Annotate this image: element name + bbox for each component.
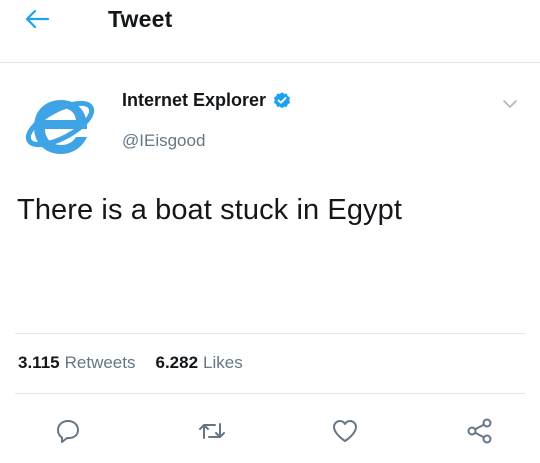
- reply-button[interactable]: [53, 416, 83, 446]
- more-options-button[interactable]: [502, 96, 518, 112]
- tweet-text: There is a boat stuck in Egypt: [17, 194, 403, 226]
- tweet-detail-page: Tweet Internet Explorer @IEisgood There …: [0, 0, 540, 463]
- author-name-row: Internet Explorer: [122, 90, 292, 111]
- back-button[interactable]: [22, 4, 52, 34]
- author-handle[interactable]: @IEisgood: [122, 131, 205, 151]
- arrow-left-icon: [25, 9, 50, 29]
- heart-icon: [333, 420, 357, 442]
- divider: [15, 333, 525, 334]
- verified-badge-icon: [274, 91, 291, 108]
- retweet-button[interactable]: [197, 416, 227, 446]
- share-button[interactable]: [465, 416, 495, 446]
- like-button[interactable]: [330, 416, 360, 446]
- chevron-down-icon: [503, 100, 517, 108]
- internet-explorer-logo: [25, 100, 95, 154]
- share-icon: [467, 418, 492, 444]
- page-title: Tweet: [108, 6, 173, 32]
- divider: [15, 393, 525, 394]
- top-bar: Tweet: [0, 0, 540, 63]
- retweets-count[interactable]: 3.115: [18, 353, 60, 373]
- likes-label[interactable]: Likes: [203, 353, 243, 373]
- retweets-label[interactable]: Retweets: [65, 353, 136, 373]
- avatar[interactable]: [20, 86, 98, 158]
- reply-icon: [57, 420, 79, 443]
- likes-count[interactable]: 6.282: [155, 353, 198, 373]
- tweet-stats: 3.115 Retweets 6.282 Likes: [18, 353, 243, 373]
- retweet-icon: [199, 423, 225, 439]
- author-name[interactable]: Internet Explorer: [122, 90, 266, 111]
